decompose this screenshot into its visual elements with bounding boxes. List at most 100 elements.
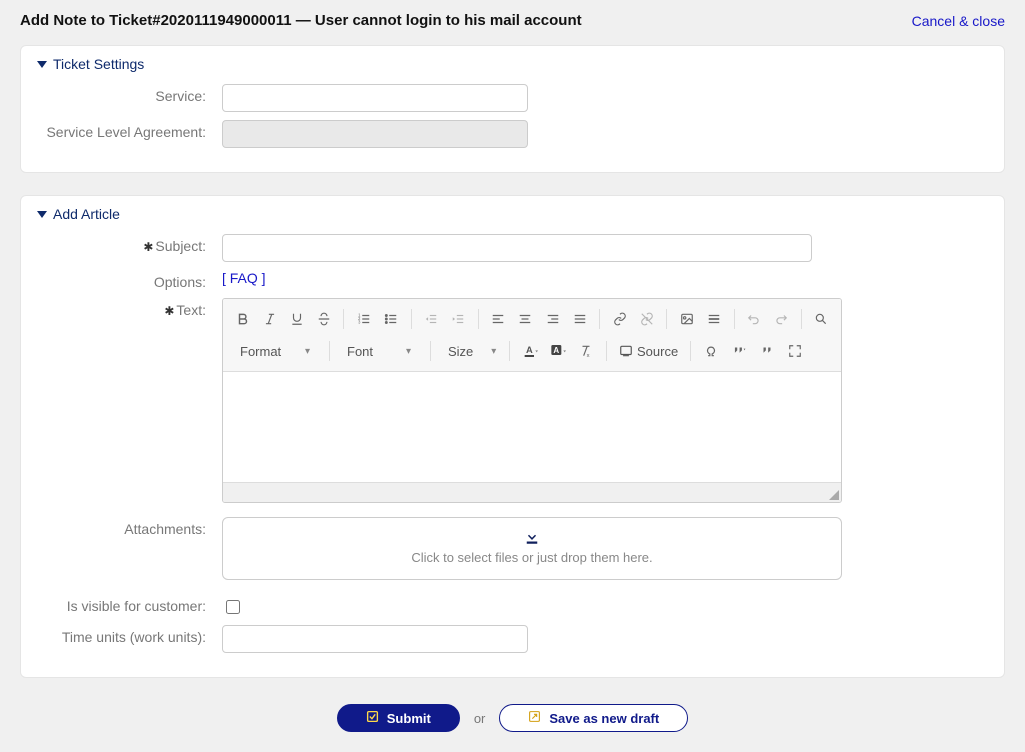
- format-select-label: Format: [240, 344, 281, 359]
- toolbar-separator: [801, 309, 802, 329]
- toolbar-separator: [478, 309, 479, 329]
- split-quote-icon[interactable]: [725, 337, 753, 365]
- download-icon: [523, 528, 541, 546]
- image-icon[interactable]: [673, 305, 700, 333]
- chevron-down-icon: ▾: [406, 346, 411, 357]
- toolbar-separator: [430, 341, 431, 361]
- caret-down-icon: [37, 59, 47, 69]
- cancel-close-link[interactable]: Cancel & close: [912, 13, 1005, 29]
- editor-toolbar-row-2: Format ▾ Font ▾ Size ▾: [229, 335, 835, 367]
- add-article-panel: Add Article ✱Subject: Options: [ FAQ ] ✱…: [20, 195, 1005, 678]
- add-article-header[interactable]: Add Article: [37, 202, 988, 234]
- bold-icon[interactable]: [229, 305, 256, 333]
- time-units-input[interactable]: [222, 625, 528, 653]
- find-icon[interactable]: [808, 305, 835, 333]
- title-separator: —: [292, 12, 315, 29]
- ticket-settings-header[interactable]: Ticket Settings: [37, 52, 988, 84]
- toolbar-separator: [411, 309, 412, 329]
- svg-text:A: A: [526, 345, 533, 355]
- options-label: Options:: [37, 270, 222, 290]
- indent-icon[interactable]: [445, 305, 472, 333]
- redo-icon[interactable]: [768, 305, 795, 333]
- editor-body[interactable]: [223, 372, 841, 482]
- resize-handle-icon[interactable]: [829, 490, 839, 500]
- toolbar-separator: [690, 341, 691, 361]
- editor-toolbar: 123: [223, 299, 841, 372]
- ticket-subject: User cannot login to his mail account: [315, 12, 582, 29]
- toolbar-separator: [599, 309, 600, 329]
- align-center-icon[interactable]: [512, 305, 539, 333]
- subject-label: ✱Subject:: [37, 234, 222, 254]
- page-title: Add Note to Ticket#2020111949000011 — Us…: [20, 12, 582, 29]
- sla-input: [222, 120, 528, 148]
- size-select-label: Size: [448, 344, 473, 359]
- save-draft-button[interactable]: Save as new draft: [499, 704, 688, 732]
- rich-text-editor: 123: [222, 298, 842, 503]
- remove-quote-icon[interactable]: [753, 337, 781, 365]
- special-char-icon[interactable]: [697, 337, 725, 365]
- submit-label: Submit: [387, 711, 431, 726]
- remove-format-icon[interactable]: x: [572, 337, 600, 365]
- attachments-row: Attachments: Click to select files or ju…: [37, 517, 988, 580]
- strikethrough-icon[interactable]: [310, 305, 337, 333]
- time-units-row: Time units (work units):: [37, 625, 988, 653]
- save-draft-label: Save as new draft: [549, 711, 659, 726]
- attachments-dropzone[interactable]: Click to select files or just drop them …: [222, 517, 842, 580]
- attachments-drop-text: Click to select files or just drop them …: [223, 550, 841, 565]
- visible-checkbox[interactable]: [226, 600, 240, 614]
- or-separator: or: [474, 711, 486, 726]
- toolbar-separator: [509, 341, 510, 361]
- undo-icon[interactable]: [741, 305, 768, 333]
- size-select[interactable]: Size ▾: [437, 338, 497, 364]
- editor-footer: [223, 482, 841, 502]
- service-input[interactable]: [222, 84, 528, 112]
- time-units-label: Time units (work units):: [37, 625, 222, 645]
- background-color-icon[interactable]: A: [544, 337, 572, 365]
- attachments-label: Attachments:: [37, 517, 222, 537]
- subject-row: ✱Subject:: [37, 234, 988, 262]
- link-icon[interactable]: [606, 305, 633, 333]
- svg-text:A: A: [553, 346, 559, 355]
- source-button[interactable]: Source: [613, 337, 684, 365]
- unlink-icon[interactable]: [633, 305, 660, 333]
- add-article-title: Add Article: [53, 206, 120, 222]
- italic-icon[interactable]: [256, 305, 283, 333]
- actions-bar: Submit or Save as new draft: [20, 704, 1005, 732]
- page: Add Note to Ticket#2020111949000011 — Us…: [0, 0, 1025, 752]
- subject-input[interactable]: [222, 234, 812, 262]
- horizontal-rule-icon[interactable]: [700, 305, 727, 333]
- chevron-down-icon: ▾: [305, 346, 310, 357]
- editor-toolbar-row-1: 123: [229, 303, 835, 335]
- toolbar-separator: [734, 309, 735, 329]
- ticket-settings-title: Ticket Settings: [53, 56, 144, 72]
- caret-down-icon: [37, 209, 47, 219]
- toolbar-separator: [606, 341, 607, 361]
- underline-icon[interactable]: [283, 305, 310, 333]
- align-justify-icon[interactable]: [566, 305, 593, 333]
- sla-row: Service Level Agreement:: [37, 120, 988, 148]
- chevron-down-icon: ▾: [491, 346, 496, 357]
- page-header: Add Note to Ticket#2020111949000011 — Us…: [20, 12, 1005, 29]
- maximize-icon[interactable]: [781, 337, 809, 365]
- unordered-list-icon[interactable]: [378, 305, 405, 333]
- toolbar-separator: [666, 309, 667, 329]
- faq-link[interactable]: [ FAQ ]: [222, 270, 266, 286]
- submit-button[interactable]: Submit: [337, 704, 460, 732]
- ticket-number: 2020111949000011: [161, 12, 292, 29]
- ticket-settings-panel: Ticket Settings Service: Service Level A…: [20, 45, 1005, 173]
- text-label: ✱Text:: [37, 298, 222, 318]
- check-icon: [366, 710, 379, 726]
- text-color-icon[interactable]: A: [516, 337, 544, 365]
- font-select-label: Font: [347, 344, 373, 359]
- format-select[interactable]: Format ▾: [229, 338, 317, 364]
- service-label: Service:: [37, 84, 222, 104]
- toolbar-separator: [329, 341, 330, 361]
- align-right-icon[interactable]: [539, 305, 566, 333]
- source-label: Source: [637, 344, 678, 359]
- options-row: Options: [ FAQ ]: [37, 270, 988, 290]
- ordered-list-icon[interactable]: 123: [350, 305, 377, 333]
- font-select[interactable]: Font ▾: [336, 338, 418, 364]
- visible-label: Is visible for customer:: [37, 594, 222, 614]
- align-left-icon[interactable]: [485, 305, 512, 333]
- outdent-icon[interactable]: [418, 305, 445, 333]
